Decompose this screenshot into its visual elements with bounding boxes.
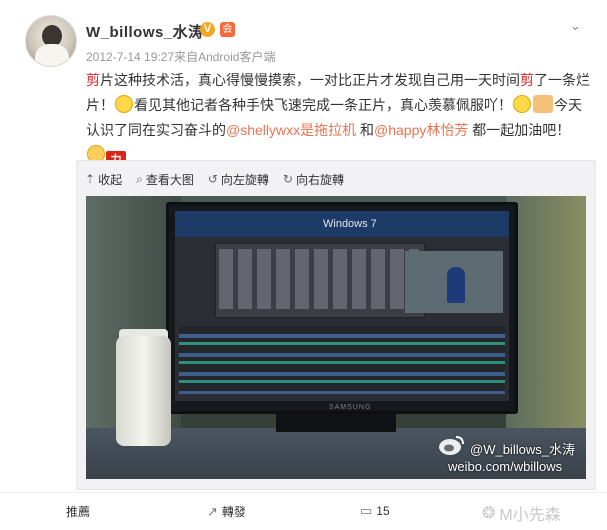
post-text-segment: 片这种技术活，真心得慢慢摸索，一对比正片才发现自己用一天时间 bbox=[100, 72, 520, 88]
drool-emoji-icon bbox=[513, 95, 531, 113]
avatar-torso bbox=[35, 44, 69, 66]
weibo-logo-icon bbox=[439, 436, 464, 455]
chevron-down-icon[interactable]: ⌄ bbox=[570, 18, 581, 34]
photo-cup bbox=[116, 336, 171, 446]
post-actions: 推薦 ↗ 轉發 ▭ 15 ❂ M小先森 bbox=[0, 492, 607, 530]
arrow-up-icon: ⇡ bbox=[85, 172, 96, 186]
screen-os-label: Windows 7 bbox=[323, 218, 377, 230]
view-large-button[interactable]: ⌕ 查看大图 bbox=[136, 169, 194, 189]
forward-label: 轉發 bbox=[221, 505, 246, 519]
watermark-url: weibo.com/wbillows bbox=[448, 459, 563, 474]
collapse-label: 收起 bbox=[98, 172, 123, 187]
rotate-left-button[interactable]: ↺ 向左旋轉 bbox=[208, 169, 269, 189]
post-text-segment: 和 bbox=[356, 122, 375, 138]
post-photo[interactable]: Windows 7 SAMSUNG @W_billows_水涛 weibo.co… bbox=[86, 196, 586, 479]
forward-icon: ↗ bbox=[207, 503, 218, 519]
rotate-right-button[interactable]: ↻ 向右旋轉 bbox=[283, 169, 344, 189]
wechat-watermark-label: M小先森 bbox=[499, 507, 561, 524]
rotate-right-icon: ↻ bbox=[282, 172, 293, 186]
screen-thumbnails bbox=[219, 249, 419, 309]
monitor-stand bbox=[276, 414, 396, 432]
avatar[interactable] bbox=[25, 15, 77, 67]
rotate-right-label: 向右旋轉 bbox=[295, 172, 344, 187]
collapse-button[interactable]: ⇡ 收起 bbox=[85, 169, 122, 189]
mention-link[interactable]: @happy林怡芳 bbox=[374, 122, 468, 138]
highlight-keyword: 剪 bbox=[86, 72, 100, 88]
media-box: ⇡ 收起 ⌕ 查看大图 ↺ 向左旋轉 ↻ 向右旋轉 Windows 7 SAMSUNG bbox=[76, 160, 596, 490]
rotate-left-icon: ↺ bbox=[207, 172, 218, 186]
mention-link[interactable]: @shellywxx是拖拉机 bbox=[226, 122, 356, 138]
post-source: 来自Android客户端 bbox=[174, 50, 276, 64]
monitor-brand: SAMSUNG bbox=[329, 404, 372, 411]
magnifier-icon: ⌕ bbox=[136, 171, 143, 186]
view-large-label: 查看大图 bbox=[145, 172, 194, 187]
post-text-segment: 看见其他记者各种手快飞速完成一条正片，真心羡慕佩服吖！ bbox=[134, 97, 512, 113]
rotate-left-label: 向左旋轉 bbox=[220, 172, 269, 187]
comment-icon: ▭ bbox=[360, 503, 373, 518]
comment-button[interactable]: ▭ 15 bbox=[360, 503, 390, 519]
monitor-screen: Windows 7 bbox=[175, 211, 509, 401]
wechat-watermark: ❂ M小先森 bbox=[482, 501, 561, 525]
recommend-label: 推薦 bbox=[66, 505, 91, 519]
post-timestamp[interactable]: 2012-7-14 19:27 bbox=[86, 50, 174, 64]
watermark-user: @W_billows_水涛 bbox=[470, 442, 575, 457]
photo-monitor: Windows 7 SAMSUNG bbox=[166, 202, 518, 414]
wechat-icon: ❂ bbox=[482, 505, 496, 522]
post-text: 剪片这种技术活，真心得慢慢摸索，一对比正片才发现自己用一天时间剪了一条烂片！ 看见… bbox=[86, 68, 591, 169]
forward-button[interactable]: ↗ 轉發 bbox=[207, 503, 246, 520]
thumbs-up-emoji-icon bbox=[533, 95, 553, 113]
screen-timeline bbox=[179, 326, 505, 394]
member-icon[interactable]: 会 bbox=[220, 22, 235, 37]
user-name[interactable]: W_billows_水涛 bbox=[86, 21, 204, 42]
post-meta: 2012-7-14 19:27来自Android客户端 bbox=[86, 48, 275, 65]
media-toolbar: ⇡ 收起 ⌕ 查看大图 ↺ 向左旋轉 ↻ 向右旋轉 bbox=[85, 169, 358, 189]
highlight-keyword: 剪 bbox=[520, 72, 534, 88]
screen-person bbox=[447, 267, 465, 303]
crying-emoji-icon bbox=[115, 95, 133, 113]
verified-badge-icon: V bbox=[200, 22, 215, 37]
recommend-button[interactable]: 推薦 bbox=[66, 503, 90, 520]
comment-count: 15 bbox=[376, 504, 390, 518]
post-text-segment: 都一起加油吧！ bbox=[468, 122, 571, 138]
